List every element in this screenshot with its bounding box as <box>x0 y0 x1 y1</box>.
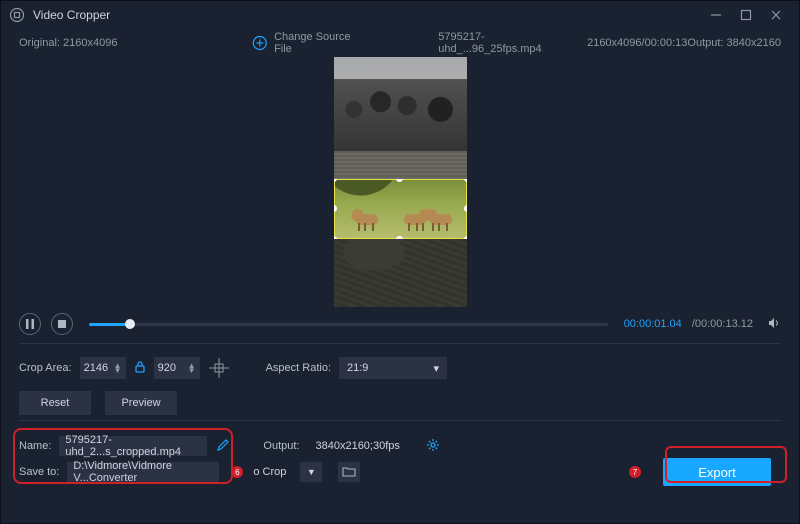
pause-button[interactable] <box>19 313 41 335</box>
export-button[interactable]: Export <box>663 458 771 486</box>
volume-icon[interactable] <box>767 316 781 333</box>
open-folder-button[interactable] <box>338 462 360 482</box>
folder-icon <box>342 466 356 478</box>
window-maximize-button[interactable] <box>731 5 761 25</box>
chevron-down-icon: ▾ <box>433 362 439 375</box>
crop-height-input[interactable]: 920 ▲▼ <box>154 357 200 379</box>
crop-selection[interactable] <box>334 179 467 239</box>
chevron-down-icon: ▼ <box>307 467 316 477</box>
spinner-icon[interactable]: ▲▼ <box>114 363 122 373</box>
center-crop-button[interactable] <box>208 357 230 379</box>
video-frame[interactable] <box>334 57 467 307</box>
lock-icon[interactable] <box>134 360 146 377</box>
title-bar: Video Cropper <box>1 1 799 29</box>
current-time: 00:00:01.04 <box>624 318 682 330</box>
preview-button[interactable]: Preview <box>105 391 177 415</box>
save-to-value[interactable]: D:\Vidmore\Vidmore V...Converter <box>67 462 219 482</box>
change-source-label: Change Source File <box>274 31 358 55</box>
reset-button[interactable]: Reset <box>19 391 91 415</box>
app-title: Video Cropper <box>33 8 110 22</box>
settings-icon[interactable] <box>426 438 440 455</box>
window-close-button[interactable] <box>761 5 791 25</box>
annotation-marker-6: 6 <box>231 466 243 478</box>
pause-icon <box>25 319 35 329</box>
name-label: Name: <box>19 440 51 452</box>
name-value[interactable]: 5795217-uhd_2...s_cropped.mp4 <box>59 436 207 456</box>
action-buttons-row: Reset Preview <box>1 386 799 420</box>
output-format-label: Output: <box>263 440 299 452</box>
video-preview <box>1 57 799 307</box>
crop-option-text: o Crop <box>253 466 286 478</box>
crop-area-label: Crop Area: <box>19 362 72 374</box>
edit-name-icon[interactable] <box>217 439 229 454</box>
crop-controls: Crop Area: 2146 ▲▼ 920 ▲▼ Aspect Ratio: … <box>1 350 799 386</box>
export-panel: Name: 5795217-uhd_2...s_cropped.mp4 Outp… <box>1 427 799 495</box>
output-format-value: 3840x2160;30fps <box>315 440 399 452</box>
output-label: Output: 3840x2160 <box>687 37 781 49</box>
stop-icon <box>57 319 67 329</box>
total-time: /00:00:13.12 <box>692 318 753 330</box>
stop-button[interactable] <box>51 313 73 335</box>
crop-options-dropdown[interactable]: ▼ <box>300 462 322 482</box>
source-filename: 5795217-uhd_...96_25fps.mp4 <box>438 31 569 55</box>
change-source-button[interactable]: Change Source File <box>252 31 358 55</box>
aspect-ratio-dropdown[interactable]: 21:9 ▾ <box>339 357 447 379</box>
original-label: Original: 2160x4096 <box>19 37 117 49</box>
aspect-label: Aspect Ratio: <box>266 362 331 374</box>
progress-slider[interactable] <box>89 323 608 326</box>
output-value: 3840x2160 <box>727 37 781 49</box>
original-value: 2160x4096 <box>63 37 117 49</box>
spinner-icon[interactable]: ▲▼ <box>188 363 196 373</box>
source-fileinfo: 2160x4096/00:00:13 <box>587 37 687 49</box>
annotation-marker-7: 7 <box>629 466 641 478</box>
crop-width-input[interactable]: 2146 ▲▼ <box>80 357 126 379</box>
playback-bar: 00:00:01.04/00:00:13.12 <box>1 307 799 341</box>
save-to-label: Save to: <box>19 466 59 478</box>
app-icon <box>9 7 25 23</box>
window-minimize-button[interactable] <box>701 5 731 25</box>
progress-thumb[interactable] <box>125 319 135 329</box>
plus-circle-icon <box>252 34 268 52</box>
source-info-bar: Original: 2160x4096 Change Source File 5… <box>1 29 799 57</box>
